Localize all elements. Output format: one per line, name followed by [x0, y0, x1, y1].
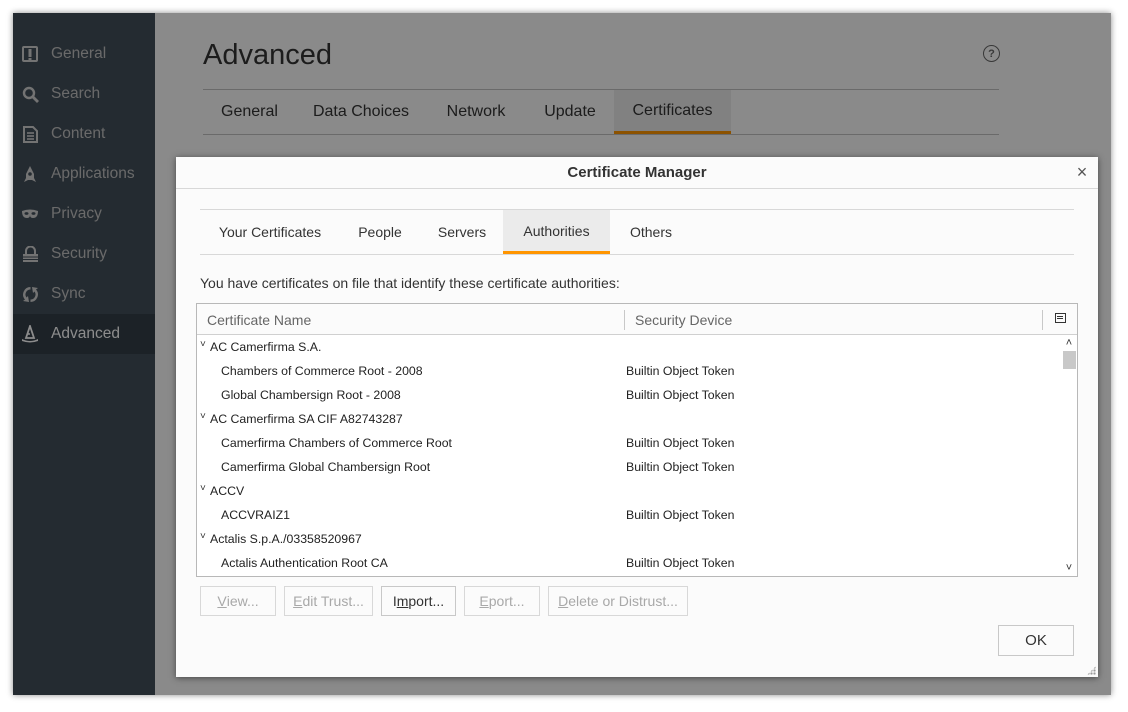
view-button[interactable]: View... [200, 586, 276, 616]
export-button[interactable]: Eport... [464, 586, 540, 616]
security-device-cell: Builtin Object Token [626, 556, 735, 570]
scroll-down-icon[interactable]: ˅ [1061, 560, 1077, 576]
close-icon[interactable]: × [1074, 163, 1090, 181]
column-picker-icon[interactable] [1055, 313, 1066, 323]
scrollbar-thumb[interactable] [1063, 351, 1076, 369]
certificate-name-cell: ACCVRAIZ1 [221, 508, 291, 522]
certificate-name-cell: Actalis Authentication Root CA [221, 556, 388, 570]
resize-grip-icon[interactable] [1087, 666, 1096, 675]
certificate-manager-dialog: Certificate Manager × Your Certificates … [176, 157, 1098, 677]
import-button[interactable]: Im port... [381, 586, 456, 616]
tree-group-row[interactable]: ˅ ACCV [197, 479, 1061, 503]
certificate-tree[interactable]: Certificate Name Security Device ˅ AC Cam… [196, 303, 1078, 577]
chevron-down-icon[interactable]: ˅ [200, 531, 210, 543]
scroll-up-icon[interactable]: ˄ [1061, 335, 1077, 351]
authorities-description: You have certificates on file that ident… [200, 275, 620, 291]
security-device-cell: Builtin Object Token [626, 460, 735, 474]
column-divider[interactable] [1042, 310, 1043, 330]
certificate-name-cell: AC Camerfirma SA CIF A82743287 [210, 412, 403, 426]
tree-rows: ˅ AC Camerfirma S.A. Chambers of Commerce … [197, 335, 1061, 575]
certificate-name-cell: Camerfirma Global Chambersign Root [221, 460, 431, 474]
tree-group-row[interactable]: ˅ Actalis S.p.A./03358520967 [197, 527, 1061, 551]
security-device-cell: Builtin Object Token [626, 364, 735, 378]
vertical-scrollbar[interactable]: ˄ ˅ [1061, 335, 1077, 576]
chevron-down-icon[interactable]: ˅ [200, 411, 210, 423]
table-row[interactable]: Global Chambersign Root - 2008 Builtin Ob… [197, 383, 1061, 407]
tree-header: Certificate Name Security Device [197, 304, 1077, 335]
certificate-tabs: Your Certificates People Servers Authori… [200, 209, 1074, 255]
security-device-cell: Builtin Object Token [626, 508, 735, 522]
column-certificate-name[interactable]: Certificate Name [207, 312, 311, 328]
table-row[interactable]: Chambers of Commerce Root - 2008 Builtin … [197, 359, 1061, 383]
chevron-down-icon[interactable]: ˅ [200, 339, 210, 351]
certificate-name-cell: Chambers of Commerce Root - 2008 [221, 364, 423, 378]
tree-group-row[interactable]: ˅ AC Camerfirma S.A. [197, 335, 1061, 359]
certificate-name-cell: AC Camerfirma S.A. [210, 340, 322, 354]
table-row[interactable]: Camerfirma Chambers of Commerce Root Buil… [197, 431, 1061, 455]
tab-others[interactable]: Others [610, 210, 692, 254]
edit-trust-button[interactable]: Edit Trust... [284, 586, 373, 616]
certificate-name-cell: ACCV [210, 484, 245, 498]
tab-people[interactable]: People [340, 210, 420, 254]
table-row[interactable]: ACCVRAIZ1 Builtin Object Token [197, 503, 1061, 527]
tab-authorities[interactable]: Authorities [503, 210, 610, 254]
column-divider[interactable] [624, 310, 625, 330]
ok-button[interactable]: OK [998, 625, 1074, 656]
table-row[interactable]: Camerfirma Global Chambersign Root Builti… [197, 455, 1061, 479]
certificate-name-cell: Actalis S.p.A./03358520967 [210, 532, 362, 546]
tab-your-certificates[interactable]: Your Certificates [200, 210, 340, 254]
security-device-cell: Builtin Object Token [626, 388, 735, 402]
certificate-name-cell: Camerfirma Chambers of Commerce Root [221, 436, 452, 450]
table-row[interactable]: Actalis Authentication Root CA Builtin Ob… [197, 551, 1061, 575]
security-device-cell: Builtin Object Token [626, 436, 735, 450]
tab-servers[interactable]: Servers [420, 210, 504, 254]
dialog-title: Certificate Manager [567, 164, 707, 181]
column-security-device[interactable]: Security Device [635, 312, 732, 328]
tree-group-row[interactable]: ˅ AC Camerfirma SA CIF A82743287 [197, 407, 1061, 431]
delete-or-distrust-button[interactable]: Delete or Distrust... [548, 586, 688, 616]
chevron-down-icon[interactable]: ˅ [200, 483, 210, 495]
dialog-header: Certificate Manager × [176, 157, 1098, 189]
certificate-name-cell: Global Chambersign Root - 2008 [221, 388, 401, 402]
